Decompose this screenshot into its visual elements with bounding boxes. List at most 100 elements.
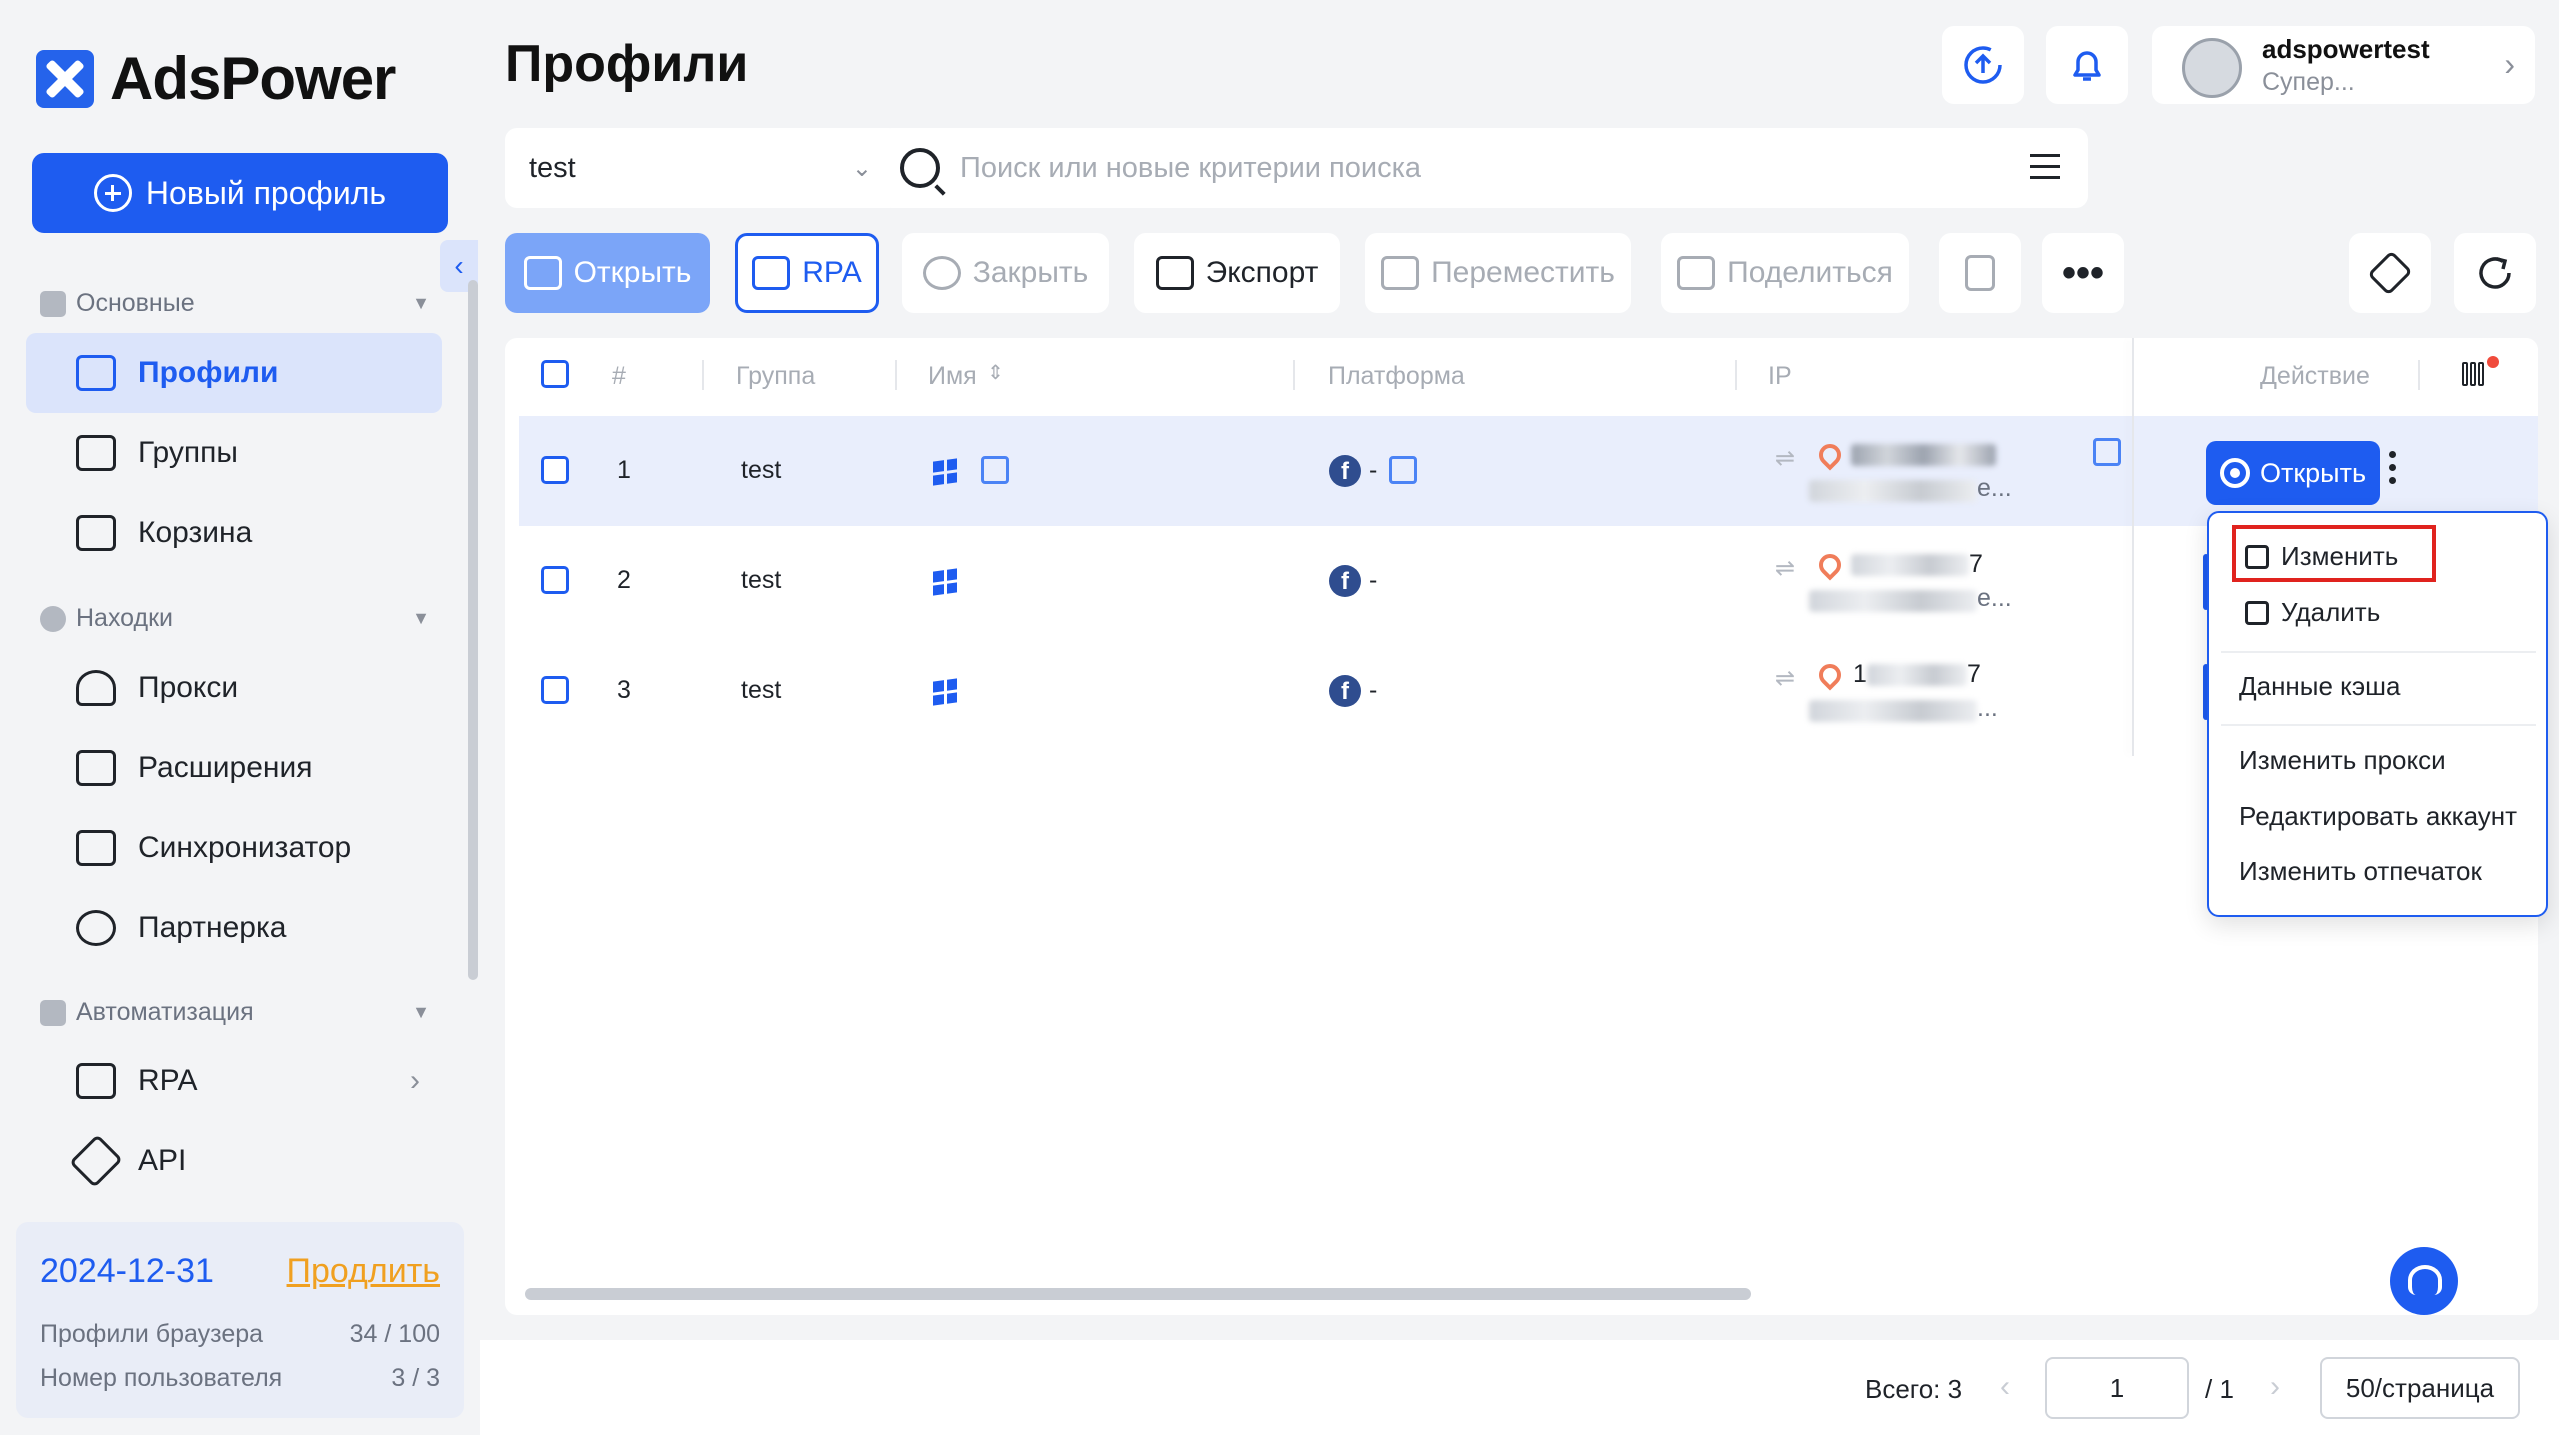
renew-link[interactable]: Продлить — [287, 1252, 440, 1291]
row-group: test — [741, 566, 782, 594]
facebook-icon: f — [1329, 675, 1361, 707]
robot-icon — [752, 256, 791, 290]
browser-profiles-value: 34 / 100 — [349, 1320, 440, 1348]
row-checkbox[interactable] — [541, 676, 569, 704]
sort-icon[interactable]: ⇕ — [987, 360, 1004, 385]
export-button[interactable]: Экспорт — [1134, 233, 1340, 313]
sidebar-item-api[interactable]: API — [26, 1121, 442, 1201]
sidebar-scrollbar[interactable] — [468, 280, 478, 980]
ip-address-redacted — [1851, 444, 1996, 466]
notifications-button[interactable] — [2046, 26, 2128, 104]
edit-platform-icon[interactable] — [1389, 456, 1417, 484]
col-platform[interactable]: Платформа — [1328, 362, 1465, 391]
ip-location-suffix: e... — [1977, 474, 2012, 502]
sidebar-item-trash[interactable]: Корзина — [26, 493, 442, 573]
refresh-button[interactable] — [2454, 233, 2536, 313]
col-group[interactable]: Группа — [736, 362, 815, 391]
location-pin-icon — [1814, 439, 1846, 471]
profiles-icon — [76, 355, 116, 391]
search-icon — [900, 148, 940, 188]
support-chat-button[interactable] — [2390, 1247, 2458, 1315]
more-button[interactable]: ••• — [2042, 233, 2124, 313]
horizontal-scrollbar[interactable] — [525, 1288, 1751, 1300]
column-divider — [1735, 360, 1737, 390]
row-checkbox[interactable] — [541, 566, 569, 594]
close-circle-icon — [922, 256, 961, 290]
row-checkbox[interactable] — [541, 456, 569, 484]
sidebar-item-synchronizer[interactable]: Синхронизатор — [26, 808, 442, 888]
location-pin-icon — [1814, 549, 1846, 581]
share-label: Поделиться — [1727, 256, 1893, 289]
windows-icon — [933, 568, 957, 596]
upload-icon — [1155, 256, 1194, 290]
section-main[interactable]: Основные ▼ — [40, 289, 430, 318]
sidebar-item-extensions[interactable]: Расширения — [26, 728, 442, 808]
home-icon — [40, 290, 66, 317]
chevron-right-icon: › — [410, 1064, 420, 1097]
ip-address-head: 1 — [1853, 660, 1867, 688]
filter-settings-icon[interactable] — [2030, 154, 2060, 182]
col-name[interactable]: Имя — [928, 362, 977, 391]
sidebar-item-profiles[interactable]: Профили — [26, 333, 442, 413]
ip-address-tail: 7 — [1967, 660, 1981, 688]
sidebar-item-proxy[interactable]: Прокси — [26, 648, 442, 728]
menu-item-change-fingerprint[interactable]: Изменить отпечаток — [2239, 856, 2482, 887]
bell-icon — [2073, 51, 2101, 81]
new-profile-button[interactable]: Новый профиль — [32, 153, 448, 233]
menu-item-change-proxy[interactable]: Изменить прокси — [2239, 745, 2446, 776]
menu-item-label: Редактировать аккаунт — [2239, 801, 2518, 831]
move-button[interactable]: Переместить — [1365, 233, 1631, 313]
open-button[interactable]: Открыть — [505, 233, 710, 313]
ip-location-redacted — [1809, 480, 1977, 502]
row-index: 2 — [617, 566, 631, 594]
total-count: Всего: 3 — [1865, 1374, 1963, 1404]
column-divider — [895, 360, 897, 390]
tag-icon — [2367, 250, 2413, 296]
search-input[interactable]: Поиск или новые критерии поиска — [880, 128, 2088, 208]
sidebar-item-label: Синхронизатор — [138, 831, 352, 864]
tag-button[interactable] — [2349, 233, 2431, 313]
select-all-checkbox[interactable] — [541, 360, 569, 388]
row-more-button[interactable] — [2389, 451, 2399, 491]
edit-name-icon[interactable] — [981, 456, 1009, 484]
brand-name: AdsPower — [110, 45, 396, 112]
browser-window-icon — [523, 256, 562, 290]
row-open-label: Открыть — [2259, 457, 2367, 488]
prev-page-icon[interactable]: ‹ — [2000, 1370, 2010, 1404]
ip-address-tail: 7 — [1969, 550, 1983, 578]
sync-button[interactable] — [1942, 26, 2024, 104]
menu-item-edit-account[interactable]: Редактировать аккаунт — [2239, 801, 2517, 832]
page-number-input[interactable]: 1 — [2045, 1357, 2189, 1419]
row-index: 1 — [617, 456, 631, 484]
sidebar-item-rpa[interactable]: RPA › — [26, 1041, 442, 1121]
menu-item-delete[interactable]: Удалить — [2245, 597, 2380, 628]
row-open-button[interactable]: Открыть — [2206, 441, 2380, 505]
user-menu[interactable]: adspowertest Супер... › — [2152, 26, 2535, 104]
sidebar-item-groups[interactable]: Группы — [26, 413, 442, 493]
next-page-icon[interactable]: › — [2270, 1370, 2280, 1404]
delete-button[interactable] — [1939, 233, 2021, 313]
star-icon — [76, 910, 116, 946]
col-ip[interactable]: IP — [1768, 362, 1792, 391]
group-select-value: test — [529, 151, 576, 184]
menu-item-cache-data[interactable]: Данные кэша — [2239, 671, 2400, 702]
subscription-card: 2024-12-31 Продлить Профили браузера 34 … — [16, 1222, 464, 1418]
sidebar-item-affiliate[interactable]: Партнерка — [26, 888, 442, 968]
rpa-button[interactable]: RPA — [735, 233, 879, 313]
sidebar-item-label: Расширения — [138, 751, 313, 784]
col-index: # — [612, 362, 626, 390]
user-name: adspowertest — [2262, 34, 2430, 64]
share-button[interactable]: Поделиться — [1661, 233, 1909, 313]
close-button[interactable]: Закрыть — [902, 233, 1109, 313]
group-select[interactable]: test ⌄ — [505, 128, 900, 208]
windows-icon — [933, 678, 957, 706]
logo[interactable]: AdsPower — [36, 44, 396, 113]
open-label: Открыть — [573, 256, 692, 289]
section-finds[interactable]: Находки ▼ — [40, 604, 430, 633]
edit-proxy-icon[interactable] — [2093, 438, 2121, 466]
platform-account: - — [1369, 676, 1378, 704]
sidebar-item-label: RPA — [138, 1064, 198, 1097]
share-icon — [1677, 256, 1716, 290]
section-automation[interactable]: Автоматизация ▼ — [40, 998, 430, 1027]
per-page-select[interactable]: 50/страница — [2320, 1357, 2520, 1419]
